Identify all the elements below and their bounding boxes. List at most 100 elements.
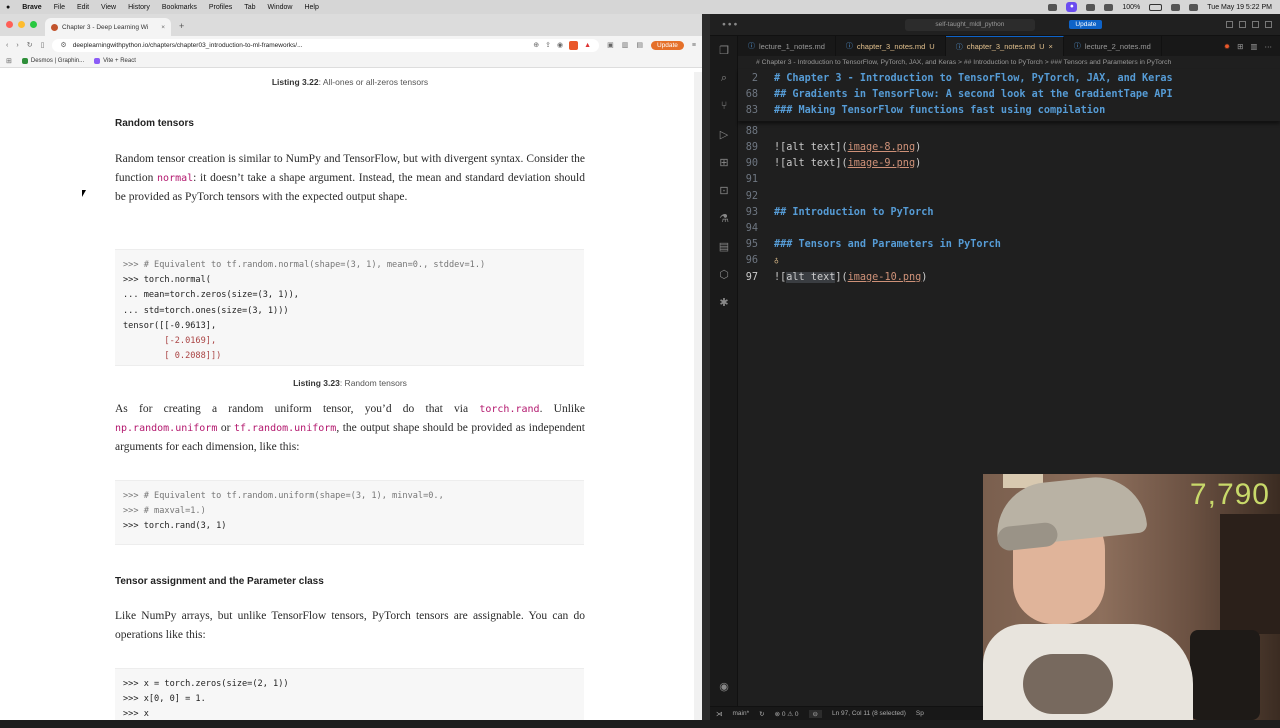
brave-rewards-icon[interactable]: ▲	[584, 42, 591, 49]
close-window-button[interactable]	[6, 21, 13, 28]
wifi-icon[interactable]	[1171, 3, 1181, 11]
back-icon[interactable]: ‹	[6, 42, 8, 49]
code-line[interactable]: 96 ♁	[738, 252, 779, 268]
page-scrollbar[interactable]	[694, 72, 702, 720]
browser-tab[interactable]: Chapter 3 - Deep Learning Wi ×	[45, 18, 171, 36]
indentation-status[interactable]: Sp	[916, 710, 924, 717]
sticky-line[interactable]: 68 ## Gradients in TensorFlow: A second l…	[738, 86, 1173, 102]
share-icon[interactable]: ⇪	[545, 41, 551, 49]
minimize-window-button[interactable]	[18, 21, 25, 28]
code-line[interactable]: 95 ### Tensors and Parameters in PyTorch	[738, 236, 1001, 252]
search-icon[interactable]	[1189, 3, 1199, 11]
menu-tab[interactable]: Tab	[238, 4, 261, 11]
menu-help[interactable]: Help	[298, 4, 324, 11]
reload-icon[interactable]: ↻	[27, 41, 33, 49]
tab-lecture-1-notes[interactable]: ⓘ lecture_1_notes.md	[738, 36, 836, 56]
sync-icon[interactable]: ↻	[759, 710, 764, 718]
command-center-search[interactable]: self-taught_mldl_python	[905, 18, 1036, 31]
split-editor-icon[interactable]: ▥	[1250, 42, 1257, 51]
toggle-sidebar-icon[interactable]	[1226, 21, 1233, 28]
battery-icon[interactable]	[1149, 3, 1163, 11]
containers-icon[interactable]: ⬡	[710, 260, 738, 288]
zoom-icon[interactable]: ⊕	[533, 41, 539, 49]
zoom-status-icon[interactable]: ⊖	[808, 709, 822, 718]
apple-icon[interactable]: ●	[0, 4, 16, 11]
code-line[interactable]: 93 ## Introduction to PyTorch	[738, 204, 934, 220]
run-icon[interactable]: ✹	[1224, 42, 1230, 51]
menu-file[interactable]: File	[48, 4, 71, 11]
extensions-icon[interactable]: ⊞	[710, 148, 738, 176]
search-icon[interactable]: ⌕	[710, 64, 738, 92]
code-block-random-normal[interactable]: >>> # Equivalent to tf.random.normal(sha…	[115, 249, 584, 366]
menu-view[interactable]: View	[95, 4, 122, 11]
clock[interactable]: Tue May 19 5:22 PM	[1207, 4, 1272, 11]
menu-edit[interactable]: Edit	[71, 4, 95, 11]
customize-layout-icon[interactable]	[1265, 21, 1272, 28]
close-tab-icon[interactable]: ×	[161, 24, 165, 31]
site-info-icon[interactable]: ⚙	[60, 41, 66, 49]
menu-bookmarks[interactable]: Bookmarks	[156, 4, 203, 11]
control-icon[interactable]	[1048, 3, 1058, 11]
sidebar-icon[interactable]: ▥	[622, 41, 629, 49]
explorer-icon[interactable]: ❐	[710, 36, 738, 64]
testing-icon[interactable]: ⚗	[710, 204, 738, 232]
menu-window[interactable]: Window	[262, 4, 299, 11]
bookmark-vite[interactable]: Vite + React	[94, 57, 136, 64]
more-actions-icon[interactable]: ⋯	[1265, 42, 1273, 51]
ai-assistant-icon[interactable]: ✱	[710, 288, 738, 316]
mouse-cursor-icon	[82, 190, 86, 197]
menu-brave[interactable]: Brave	[16, 4, 47, 11]
accounts-icon[interactable]: ◉	[710, 672, 738, 700]
remote-explorer-icon[interactable]: ⊡	[710, 176, 738, 204]
menu-profiles[interactable]: Profiles	[203, 4, 238, 11]
code-line[interactable]: 92	[738, 188, 774, 204]
wallet-icon[interactable]: ▤	[636, 41, 643, 49]
apps-grid-icon[interactable]: ⊞	[6, 57, 12, 65]
notebook-icon[interactable]: ▤	[710, 232, 738, 260]
toggle-secondary-sidebar-icon[interactable]	[1252, 21, 1259, 28]
code-block-assignment[interactable]: >>> x = torch.zeros(size=(2, 1)) >>> x[0,…	[115, 668, 584, 720]
forward-icon[interactable]: ›	[16, 42, 18, 49]
run-debug-icon[interactable]: ▷	[710, 120, 738, 148]
window-divider[interactable]	[702, 14, 710, 720]
lock-icon[interactable]: ◉	[557, 41, 563, 49]
problems-count[interactable]: ⊗ 0 ⚠ 0	[775, 710, 799, 718]
editor-window-controls[interactable]: ● ● ●	[722, 21, 737, 28]
tab-chapter-3-notes-b[interactable]: ⓘ chapter_3_notes.md U ×	[945, 36, 1064, 56]
extension-icon[interactable]	[1086, 3, 1096, 11]
paragraph-random-tensors: Random tensor creation is similar to Num…	[115, 153, 585, 203]
browser-update-button[interactable]: Update	[650, 40, 684, 50]
new-tab-button[interactable]: +	[171, 21, 192, 36]
git-branch[interactable]: main*	[733, 710, 750, 717]
tab-chapter-3-notes-a[interactable]: ⓘ chapter_3_notes.md U	[836, 36, 946, 56]
sticky-line[interactable]: 83 ### Making TensorFlow functions fast u…	[738, 102, 1106, 118]
menu-icon[interactable]: ≡	[692, 42, 696, 49]
sticky-line[interactable]: 2 # Chapter 3 - Introduction to TensorFlo…	[738, 70, 1173, 86]
editor-update-button[interactable]: Update	[1069, 20, 1103, 29]
lightbulb-icon[interactable]: ♁	[774, 256, 779, 265]
address-bar[interactable]: ⚙ deeplearningwithpython.io/chapters/cha…	[52, 38, 600, 52]
code-line[interactable]: 90 ![alt text](image-9.png)	[738, 155, 922, 171]
tab-lecture-2-notes[interactable]: ⓘ lecture_2_notes.md	[1064, 36, 1162, 56]
recording-chip[interactable]: ⏺	[1066, 2, 1078, 12]
code-line[interactable]: 91	[738, 171, 774, 187]
maximize-window-button[interactable]	[30, 21, 37, 28]
code-line[interactable]: 94	[738, 220, 774, 236]
source-control-icon[interactable]: ⑂	[710, 92, 738, 120]
code-line-current[interactable]: 97 ![alt text](image-10.png)	[738, 269, 927, 285]
code-line[interactable]: 88	[738, 123, 774, 139]
brave-shields-icon[interactable]	[569, 40, 579, 50]
bookmark-icon[interactable]: ▯	[41, 41, 45, 49]
cursor-position[interactable]: Ln 97, Col 11 (8 selected)	[832, 710, 906, 717]
breadcrumb[interactable]: # Chapter 3 - Introduction to TensorFlow…	[738, 56, 1280, 69]
code-block-random-uniform[interactable]: >>> # Equivalent to tf.random.uniform(sh…	[115, 480, 584, 545]
code-line[interactable]: 89 ![alt text](image-8.png)	[738, 139, 922, 155]
open-preview-icon[interactable]: ⊞	[1237, 42, 1243, 51]
bookmark-desmos[interactable]: Desmos | Graphin...	[21, 57, 84, 64]
menu-history[interactable]: History	[122, 4, 156, 11]
toggle-panel-icon[interactable]	[1239, 21, 1246, 28]
extensions-icon[interactable]: ▣	[607, 41, 614, 49]
close-tab-icon[interactable]: ×	[1049, 42, 1053, 51]
remote-icon[interactable]: ⋊	[716, 710, 723, 718]
bluetooth-icon[interactable]	[1104, 3, 1114, 11]
